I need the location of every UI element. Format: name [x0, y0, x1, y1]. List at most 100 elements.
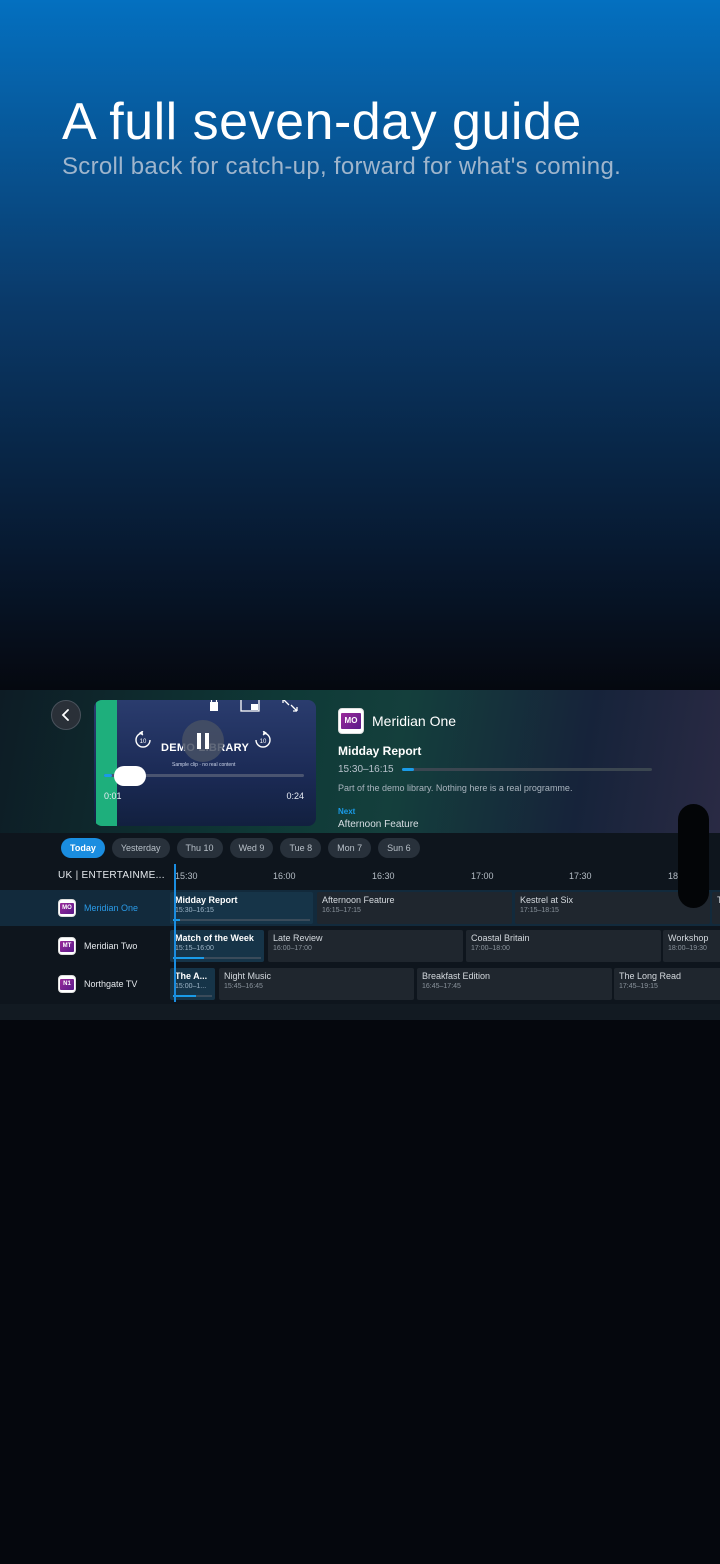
back-button[interactable]	[51, 700, 81, 730]
time-tick: 17:30	[569, 871, 592, 881]
programme-progress-fill	[173, 957, 204, 959]
channel-logo: MT	[58, 937, 76, 955]
channel-row: N1 Northgate TV The A... 15:00–1... Night Mu…	[0, 966, 720, 1002]
elapsed-time: 0:01	[104, 791, 122, 801]
programme-title: Midday Report	[175, 895, 238, 905]
next-label: Next	[338, 807, 356, 816]
hero: A full seven-day guide Scroll back for c…	[62, 92, 702, 182]
programme-time: 15:45–16:45	[224, 983, 263, 990]
hero-title: A full seven-day guide	[62, 93, 582, 151]
chevron-left-icon	[61, 709, 69, 721]
channel-cell[interactable]: N1 Northgate TV	[0, 966, 170, 1002]
programme-title: Breakfast Edition	[422, 971, 491, 981]
programme-title: Coastal Britain	[471, 933, 530, 943]
video-player[interactable]: DEMO LIBRARY Sample clip · no real conte…	[94, 700, 316, 826]
pause-button[interactable]	[182, 720, 224, 762]
programme-title: Workshop	[668, 933, 709, 943]
programme-title: Match of the Week	[175, 933, 254, 943]
info-channel-name: Meridian One	[372, 713, 457, 729]
programme-cell[interactable]: T	[712, 892, 720, 924]
programme-title: The Long Read	[619, 971, 682, 981]
channel-logo: N1	[58, 975, 76, 993]
lock-icon[interactable]	[204, 700, 224, 712]
programme-title: Afternoon Feature	[322, 895, 395, 905]
day-chip[interactable]: Today	[61, 838, 105, 858]
info-progress-fill	[401, 768, 415, 771]
programme-title: Late Review	[273, 933, 323, 943]
programme-cell[interactable]: Match of the Week 15:15–16:00	[170, 930, 264, 962]
time-tick: 17:00	[471, 871, 494, 881]
pause-icon	[197, 733, 209, 749]
time-tick: 16:30	[372, 871, 395, 881]
channel-row: MT Meridian Two Match of the Week 15:15–16:…	[0, 928, 720, 964]
player-caption: Sample clip · no real content	[172, 762, 236, 768]
channel-cell[interactable]: MT Meridian Two	[0, 928, 170, 964]
scroll-handle[interactable]	[678, 804, 709, 908]
programme-time: 15:15–16:00	[175, 945, 214, 952]
programme-title: Night Music	[224, 971, 272, 981]
programme-cell[interactable]: The Long Read 17:45–19:15	[614, 968, 720, 1000]
day-chip[interactable]: Thu 10	[176, 838, 223, 858]
day-chip[interactable]: Mon 7	[328, 838, 372, 858]
next-programme[interactable]: Afternoon Feature	[338, 819, 678, 830]
programme-info: MO Meridian One Midday Report 15:30–16:1…	[338, 708, 678, 830]
programme-time: 15:30–16:15	[175, 907, 214, 914]
programme-progress-fill	[173, 995, 197, 997]
info-description: Part of the demo library. Nothing here i…	[338, 783, 573, 793]
expand-icon[interactable]	[280, 700, 300, 712]
skip-forward-icon[interactable]: 10	[254, 731, 272, 749]
programme-cell[interactable]: Midday Report 15:30–16:15	[170, 892, 313, 924]
programme-cell[interactable]: Night Music 15:45–16:45	[219, 968, 414, 1000]
info-programme-time: 15:30–16:15	[338, 764, 394, 775]
programme-time: 17:45–19:15	[619, 983, 658, 990]
time-tick: 18	[668, 871, 679, 881]
day-chip[interactable]: Wed 9	[229, 838, 274, 858]
programme-cell[interactable]: Workshop 18:00–19:30	[663, 930, 720, 962]
skip-back-label: 10	[140, 739, 147, 745]
channel-row: MO Meridian One Midday Report 15:30–16:15 Af…	[0, 890, 720, 926]
programme-time: 16:45–17:45	[422, 983, 461, 990]
grid-footer	[0, 1004, 720, 1020]
channel-logo: MO	[58, 899, 76, 917]
programme-title: The A...	[175, 971, 208, 981]
skip-back-icon[interactable]: 10	[134, 731, 152, 749]
channel-name: Meridian Two	[84, 941, 138, 951]
programme-cell[interactable]: Coastal Britain 17:00–18:00	[466, 930, 661, 962]
channel-cell[interactable]: MO Meridian One	[0, 890, 170, 926]
programme-time: 18:00–19:30	[668, 945, 707, 952]
programme-progress-track	[173, 919, 310, 921]
channel-logo: MO	[338, 708, 364, 734]
now-indicator	[174, 864, 176, 1002]
day-chip[interactable]: Yesterday	[111, 838, 170, 858]
programme-time: 16:00–17:00	[273, 945, 312, 952]
time-tick: 16:00	[273, 871, 296, 881]
day-chip[interactable]: Tue 8	[280, 838, 322, 858]
device-screen: DEMO LIBRARY Sample clip · no real conte…	[0, 690, 720, 1020]
info-progress-track	[401, 768, 652, 771]
hero-subtitle: Scroll back for catch-up, forward for wh…	[62, 153, 622, 180]
channel-name: Northgate TV	[84, 979, 138, 989]
grid-header: UK | ENTERTAINME... 15:30 16:00 16:30 17:00…	[0, 868, 720, 890]
info-programme-title: Midday Report	[338, 744, 422, 758]
now-playing-area: DEMO LIBRARY Sample clip · no real conte…	[0, 690, 720, 833]
day-chip[interactable]: Sun 6	[378, 838, 420, 858]
skip-forward-label: 10	[260, 739, 267, 745]
programme-cell[interactable]: Afternoon Feature 16:15–17:15	[317, 892, 512, 924]
programme-time: 15:00–1...	[175, 983, 207, 990]
player-accent-bar	[96, 700, 117, 826]
programme-cell[interactable]: Breakfast Edition 16:45–17:45	[417, 968, 612, 1000]
time-tick: 15:30	[175, 871, 198, 881]
channel-name: Meridian One	[84, 903, 139, 913]
day-selector: Today Yesterday Thu 10 Wed 9 Tue 8 Mon 7 Sun 6	[61, 838, 420, 858]
programme-time: 16:15–17:15	[322, 907, 361, 914]
programme-cell[interactable]: The A... 15:00–1...	[170, 968, 215, 1000]
programme-title: Kestrel at Six	[520, 895, 574, 905]
scrub-progress	[104, 774, 112, 777]
scrub-handle[interactable]	[114, 766, 146, 786]
programme-cell[interactable]: Late Review 16:00–17:00	[268, 930, 463, 962]
programme-time: 17:15–18:15	[520, 907, 559, 914]
picture-in-picture-icon[interactable]	[240, 700, 260, 712]
category-selector[interactable]: UK | ENTERTAINME...	[58, 870, 165, 881]
programme-time: 17:00–18:00	[471, 945, 510, 952]
duration-time: 0:24	[286, 791, 304, 801]
